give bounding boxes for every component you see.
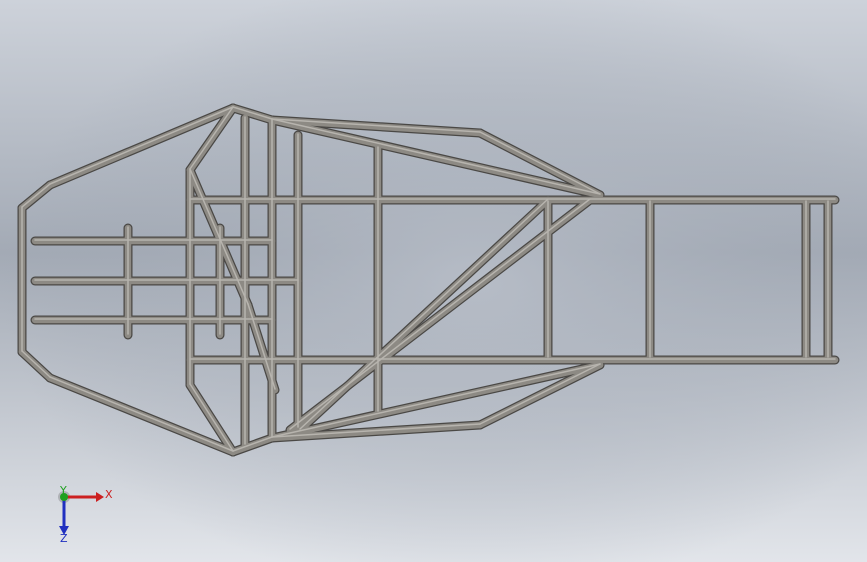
- 3d-model-view[interactable]: X Z Y: [0, 0, 867, 562]
- triad-z-label: Z: [60, 532, 68, 545]
- graphics-viewport[interactable]: X Z Y: [0, 0, 867, 562]
- triad-y-label: Y: [59, 484, 67, 497]
- triad-x-label: X: [105, 488, 113, 501]
